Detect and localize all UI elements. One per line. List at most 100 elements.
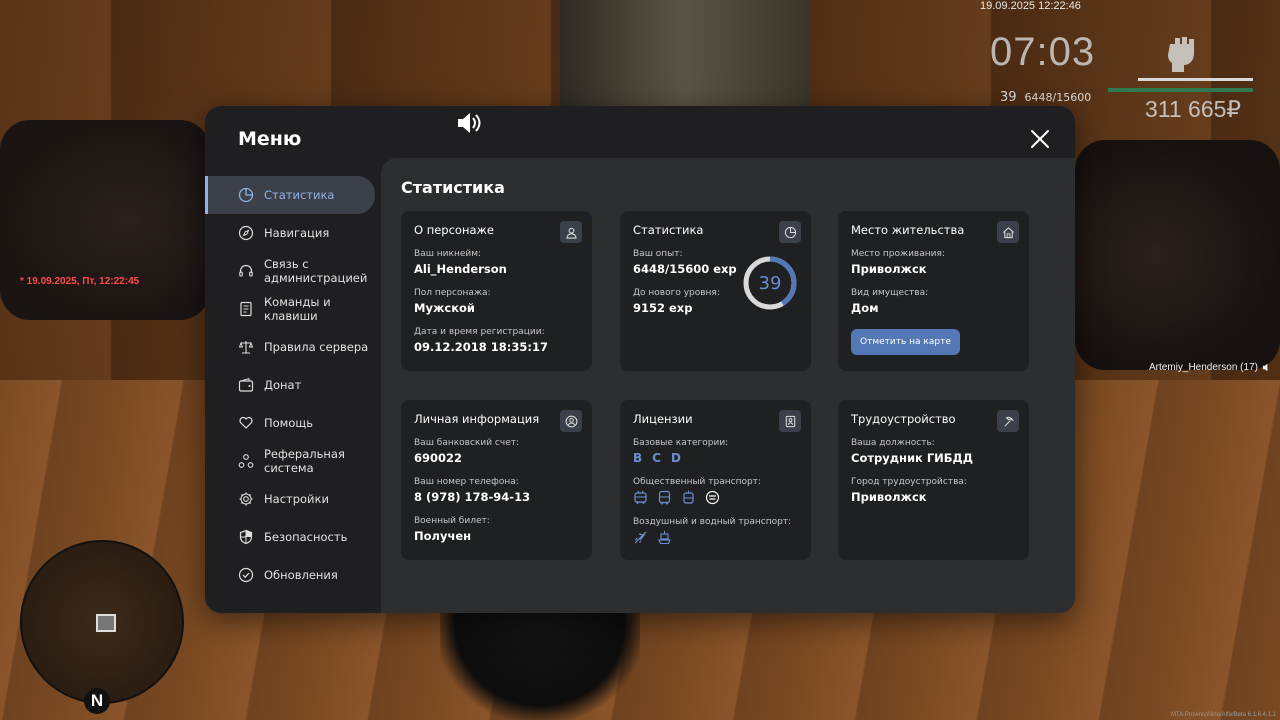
field-label: Ваш банковский счет: bbox=[414, 438, 520, 448]
level-progress-ring: 39 bbox=[743, 256, 797, 310]
sidebar-item-referral[interactable]: Реферальная система bbox=[205, 442, 381, 480]
sidebar-item-label: Настройки bbox=[264, 492, 329, 506]
ship-icon bbox=[658, 531, 671, 545]
gender-value: Мужской bbox=[414, 301, 475, 315]
sidebar-item-label: Помощь bbox=[264, 416, 314, 430]
pickaxe-icon bbox=[1003, 416, 1014, 427]
card-personal: Личная информация Ваш банковский счет: 6… bbox=[401, 400, 592, 560]
public-transport-icons bbox=[633, 490, 798, 505]
sidebar: Статистика Навигация Связь с администрац… bbox=[205, 176, 381, 594]
doorway bbox=[560, 0, 810, 110]
hud-armor-bar bbox=[1108, 88, 1253, 92]
field-label: Вид имущества: bbox=[851, 288, 929, 298]
card-character: О персонаже Ваш никнейм: Ali_Henderson П… bbox=[401, 211, 592, 371]
sidebar-item-donate[interactable]: Донат bbox=[205, 366, 381, 404]
sidebar-item-help[interactable]: Помощь bbox=[205, 404, 381, 442]
user-circle-icon bbox=[565, 415, 577, 427]
fist-icon bbox=[1168, 37, 1194, 72]
card-icon-button bbox=[779, 410, 801, 432]
sidebar-item-security[interactable]: Безопасность bbox=[205, 518, 381, 556]
hud-level-number: 39 bbox=[1000, 90, 1017, 105]
scales-icon bbox=[238, 341, 254, 354]
menu-window: Меню Статистика Навигация Связь с админи… bbox=[205, 106, 1075, 613]
field-label: Ваш никнейм: bbox=[414, 249, 482, 259]
shield-icon bbox=[239, 529, 253, 545]
position-value: Сотрудник ГИБДД bbox=[851, 451, 974, 465]
hud-chat-timestamp: * 19.09.2025, Пт, 12:22:45 bbox=[20, 276, 140, 287]
close-icon[interactable] bbox=[1027, 126, 1053, 152]
sidebar-item-label: Донат bbox=[264, 378, 302, 392]
headset-icon bbox=[239, 264, 253, 277]
compass-north-icon: N bbox=[84, 688, 110, 714]
hud-health-bar bbox=[1138, 78, 1253, 81]
card-icon-button bbox=[560, 410, 582, 432]
user-icon bbox=[565, 227, 577, 239]
sidebar-item-navigation[interactable]: Навигация bbox=[205, 214, 381, 252]
card-licenses: Лицензии Базовые категории: B C D Общест… bbox=[620, 400, 811, 560]
military-id-value: Получен bbox=[414, 529, 472, 543]
card-employment: Трудоустройство Ваша должность: Сотрудни… bbox=[838, 400, 1029, 560]
sidebar-item-label: Обновления bbox=[264, 568, 338, 582]
referral-icon bbox=[238, 454, 254, 468]
sidebar-item-settings[interactable]: Настройки bbox=[205, 480, 381, 518]
hud-exp: 6448/15600 bbox=[1024, 91, 1092, 104]
sidebar-item-commands[interactable]: Команды и клавиши bbox=[205, 290, 381, 328]
card-title: Статистика bbox=[633, 223, 704, 237]
sidebar-item-statistics[interactable]: Статистика bbox=[205, 176, 375, 214]
sidebar-item-label: Безопасность bbox=[264, 530, 348, 544]
sidebar-item-label: Навигация bbox=[264, 226, 330, 240]
card-title: Трудоустройство bbox=[851, 412, 956, 426]
sidebar-item-rules[interactable]: Правила сервера bbox=[205, 328, 381, 366]
card-icon-button bbox=[997, 221, 1019, 243]
sound-icon[interactable] bbox=[455, 110, 483, 136]
field-label: Военный билет: bbox=[414, 516, 490, 526]
hud-money: 311 665₽ bbox=[1145, 96, 1242, 122]
minimap[interactable] bbox=[20, 540, 184, 704]
nickname-value: Ali_Henderson bbox=[414, 262, 507, 276]
registration-value: 09.12.2018 18:35:17 bbox=[414, 340, 548, 354]
house-icon bbox=[1002, 226, 1014, 238]
player-nametag-text: Artemiy_Henderson (17) bbox=[1149, 362, 1258, 373]
sofa-left bbox=[0, 120, 210, 320]
license-categories: B C D bbox=[633, 451, 798, 465]
hud-date: 19.09.2025 12:22:46 bbox=[980, 0, 1081, 12]
field-label: Место проживания: bbox=[851, 249, 945, 259]
sidebar-item-label: Реферальная система bbox=[264, 447, 345, 475]
document-icon bbox=[240, 301, 252, 317]
gear-icon bbox=[239, 492, 253, 506]
air-water-transport-icons bbox=[633, 530, 798, 545]
id-card-icon bbox=[785, 415, 795, 427]
content-title: Статистика bbox=[401, 178, 505, 197]
sidebar-item-label: Команды и клавиши bbox=[264, 295, 331, 323]
content-area: Статистика О персонаже Ваш никнейм: Ali_… bbox=[381, 158, 1075, 613]
compass-icon bbox=[238, 225, 254, 241]
bus-icon bbox=[658, 490, 671, 505]
field-label: Дата и время регистрации: bbox=[414, 327, 545, 337]
card-icon-button bbox=[560, 221, 582, 243]
player-nametag: Artemiy_Henderson (17) bbox=[1149, 362, 1271, 373]
card-title: О персонаже bbox=[414, 223, 494, 237]
mark-on-map-button[interactable]: Отметить на карте bbox=[851, 329, 960, 355]
field-label: Ваш номер телефона: bbox=[414, 477, 519, 487]
residence-value: Приволжск bbox=[851, 262, 927, 276]
sofa-right bbox=[1075, 140, 1280, 370]
sidebar-item-admin-contact[interactable]: Связь с администрацией bbox=[205, 252, 381, 290]
hud-clock: 07:03 bbox=[990, 30, 1096, 74]
level-number: 39 bbox=[759, 273, 782, 294]
phone-value: 8 (978) 178-94-13 bbox=[414, 490, 531, 504]
license-category: D bbox=[670, 451, 681, 465]
card-residence: Место жительства Место проживания: Приво… bbox=[838, 211, 1029, 371]
hud-level: 39 6448/15600 bbox=[1000, 90, 1091, 105]
minimap-marker-icon bbox=[96, 614, 116, 632]
menu-title: Меню bbox=[238, 128, 302, 150]
sidebar-item-updates[interactable]: Обновления bbox=[205, 556, 381, 594]
field-label: Пол персонажа: bbox=[414, 288, 491, 298]
pie-chart-icon bbox=[784, 226, 796, 238]
player-character bbox=[440, 600, 640, 720]
wallet-icon bbox=[238, 377, 254, 392]
license-category: B bbox=[633, 451, 643, 465]
heart-hand-icon bbox=[239, 416, 253, 429]
build-info: MTA:Provinc/Alina/Alfa/Beta 6.1.6.4.1.1 bbox=[1171, 712, 1276, 718]
sidebar-item-label: Статистика bbox=[264, 188, 335, 202]
sidebar-item-label: Правила сервера bbox=[264, 340, 369, 354]
